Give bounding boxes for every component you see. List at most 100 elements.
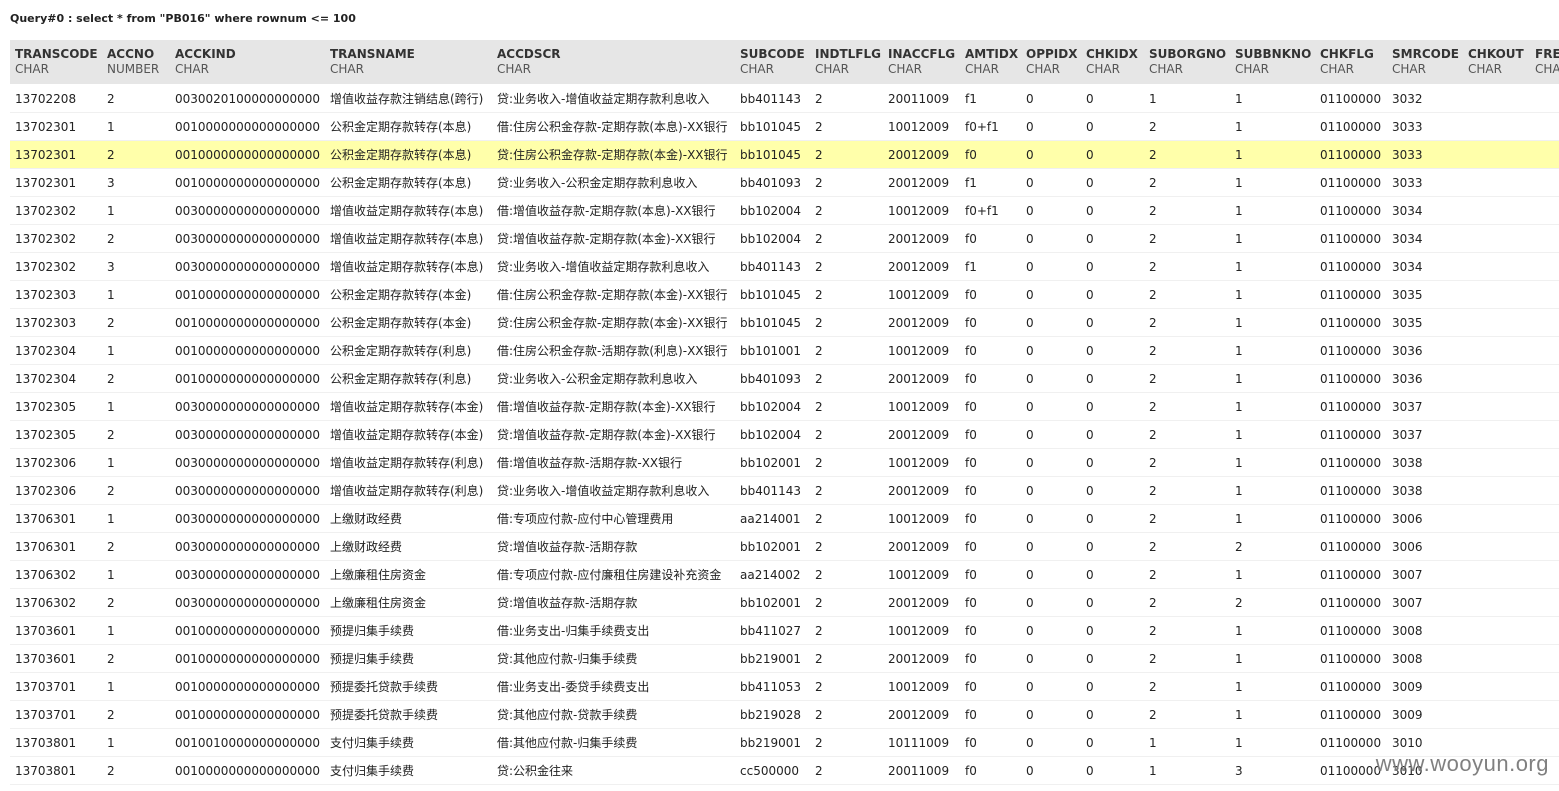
table-cell-amtidx[interactable]: f0	[960, 280, 1021, 309]
table-cell-subbnkno[interactable]: 1	[1230, 280, 1315, 309]
column-header-inaccflg[interactable]: INACCFLG CHAR	[883, 40, 960, 85]
table-cell-oppidx[interactable]: 0	[1021, 420, 1081, 449]
table-cell-fre[interactable]	[1530, 644, 1559, 673]
table-cell-fre[interactable]	[1530, 224, 1559, 253]
table-cell-suborgno[interactable]: 1	[1144, 756, 1230, 785]
table-cell-transname[interactable]: 增值收益定期存款转存(本息)	[325, 196, 492, 225]
table-cell-inaccflg[interactable]: 20012009	[883, 588, 960, 617]
table-cell-chkidx[interactable]: 0	[1081, 308, 1144, 337]
table-cell-chkout[interactable]	[1463, 336, 1530, 365]
table-cell-amtidx[interactable]: f0	[960, 756, 1021, 785]
table-cell-amtidx[interactable]: f0	[960, 140, 1021, 169]
table-cell-amtidx[interactable]: f0	[960, 308, 1021, 337]
table-cell-indtlflg[interactable]: 2	[810, 420, 883, 449]
table-cell-smrcode[interactable]: 3035	[1387, 308, 1463, 337]
table-cell-oppidx[interactable]: 0	[1021, 756, 1081, 785]
table-cell-chkidx[interactable]: 0	[1081, 448, 1144, 477]
table-cell-transname[interactable]: 公积金定期存款转存(利息)	[325, 364, 492, 393]
table-cell-transcode[interactable]: 13702303	[10, 280, 102, 309]
table-cell-accno[interactable]: 1	[102, 392, 170, 421]
table-cell-subcode[interactable]: bb219001	[735, 644, 810, 673]
table-cell-chkflg[interactable]: 01100000	[1315, 84, 1387, 113]
table-cell-indtlflg[interactable]: 2	[810, 672, 883, 701]
table-cell-accdscr[interactable]: 借:增值收益存款-定期存款(本息)-XX银行	[492, 196, 735, 225]
table-cell-subcode[interactable]: bb401143	[735, 84, 810, 113]
table-cell-chkidx[interactable]: 0	[1081, 84, 1144, 113]
table-cell-subbnkno[interactable]: 1	[1230, 252, 1315, 281]
table-cell-accno[interactable]: 2	[102, 308, 170, 337]
table-cell-smrcode[interactable]: 3008	[1387, 616, 1463, 645]
table-cell-fre[interactable]	[1530, 420, 1559, 449]
table-cell-amtidx[interactable]: f0	[960, 728, 1021, 757]
table-cell-accno[interactable]: 3	[102, 252, 170, 281]
table-cell-indtlflg[interactable]: 2	[810, 532, 883, 561]
table-cell-subcode[interactable]: bb219028	[735, 700, 810, 729]
table-cell-subbnkno[interactable]: 1	[1230, 364, 1315, 393]
table-cell-oppidx[interactable]: 0	[1021, 504, 1081, 533]
table-cell-accno[interactable]: 2	[102, 84, 170, 113]
table-cell-smrcode[interactable]: 3034	[1387, 252, 1463, 281]
table-cell-amtidx[interactable]: f0+f1	[960, 112, 1021, 141]
table-cell-subcode[interactable]: bb102004	[735, 392, 810, 421]
table-cell-chkidx[interactable]: 0	[1081, 672, 1144, 701]
table-cell-chkidx[interactable]: 0	[1081, 756, 1144, 785]
table-cell-oppidx[interactable]: 0	[1021, 476, 1081, 505]
table-cell-transcode[interactable]: 13703801	[10, 756, 102, 785]
table-cell-inaccflg[interactable]: 20012009	[883, 364, 960, 393]
table-cell-indtlflg[interactable]: 2	[810, 252, 883, 281]
table-cell-accdscr[interactable]: 借:增值收益存款-活期存款-XX银行	[492, 448, 735, 477]
table-cell-chkflg[interactable]: 01100000	[1315, 448, 1387, 477]
table-cell-transcode[interactable]: 13706301	[10, 504, 102, 533]
table-cell-indtlflg[interactable]: 2	[810, 84, 883, 113]
table-cell-indtlflg[interactable]: 2	[810, 112, 883, 141]
column-header-transname[interactable]: TRANSNAME CHAR	[325, 40, 492, 85]
table-cell-inaccflg[interactable]: 20012009	[883, 168, 960, 197]
table-cell-acckind[interactable]: 0030000000000000000	[170, 448, 325, 477]
table-row[interactable]: 13703801 2 0010000000000000000 支付归集手续费 贷:公积金…	[10, 756, 1559, 785]
column-header-transcode[interactable]: TRANSCODE CHAR	[10, 40, 102, 85]
table-cell-chkflg[interactable]: 01100000	[1315, 224, 1387, 253]
table-cell-suborgno[interactable]: 2	[1144, 616, 1230, 645]
table-cell-acckind[interactable]: 0010000000000000000	[170, 336, 325, 365]
table-cell-transname[interactable]: 公积金定期存款转存(本金)	[325, 280, 492, 309]
table-cell-accno[interactable]: 1	[102, 448, 170, 477]
table-cell-chkflg[interactable]: 01100000	[1315, 476, 1387, 505]
table-cell-indtlflg[interactable]: 2	[810, 504, 883, 533]
column-header-accno[interactable]: ACCNO NUMBER	[102, 40, 170, 85]
table-cell-accno[interactable]: 2	[102, 644, 170, 673]
table-cell-inaccflg[interactable]: 20012009	[883, 224, 960, 253]
table-row[interactable]: 13702301 3 0010000000000000000 公积金定期存款转存(本息…	[10, 168, 1559, 197]
table-cell-oppidx[interactable]: 0	[1021, 560, 1081, 589]
table-row[interactable]: 13702302 3 0030000000000000000 增值收益定期存款转存(本…	[10, 252, 1559, 281]
table-cell-smrcode[interactable]: 3006	[1387, 532, 1463, 561]
table-cell-accdscr[interactable]: 借:业务支出-委贷手续费支出	[492, 672, 735, 701]
table-cell-chkout[interactable]	[1463, 672, 1530, 701]
table-cell-smrcode[interactable]: 3033	[1387, 112, 1463, 141]
table-cell-accdscr[interactable]: 借:增值收益存款-定期存款(本金)-XX银行	[492, 392, 735, 421]
table-cell-oppidx[interactable]: 0	[1021, 448, 1081, 477]
table-cell-accno[interactable]: 1	[102, 504, 170, 533]
table-cell-chkout[interactable]	[1463, 364, 1530, 393]
column-header-accdscr[interactable]: ACCDSCR CHAR	[492, 40, 735, 85]
table-cell-transname[interactable]: 增值收益定期存款转存(利息)	[325, 476, 492, 505]
table-cell-transname[interactable]: 预提归集手续费	[325, 644, 492, 673]
table-cell-transname[interactable]: 预提委托贷款手续费	[325, 700, 492, 729]
table-cell-smrcode[interactable]: 3033	[1387, 168, 1463, 197]
table-cell-subbnkno[interactable]: 1	[1230, 336, 1315, 365]
column-header-subcode[interactable]: SUBCODE CHAR	[735, 40, 810, 85]
table-cell-accdscr[interactable]: 借:住房公积金存款-活期存款(利息)-XX银行	[492, 336, 735, 365]
table-cell-chkout[interactable]	[1463, 252, 1530, 281]
table-cell-chkout[interactable]	[1463, 168, 1530, 197]
table-cell-suborgno[interactable]: 2	[1144, 420, 1230, 449]
table-cell-chkidx[interactable]: 0	[1081, 532, 1144, 561]
table-cell-fre[interactable]	[1530, 140, 1559, 169]
table-cell-inaccflg[interactable]: 20012009	[883, 532, 960, 561]
table-row[interactable]: 13702304 2 0010000000000000000 公积金定期存款转存(利息…	[10, 364, 1559, 393]
table-cell-acckind[interactable]: 0030000000000000000	[170, 392, 325, 421]
table-cell-chkflg[interactable]: 01100000	[1315, 560, 1387, 589]
table-cell-chkidx[interactable]: 0	[1081, 644, 1144, 673]
table-cell-accno[interactable]: 2	[102, 476, 170, 505]
table-cell-subbnkno[interactable]: 1	[1230, 476, 1315, 505]
table-cell-amtidx[interactable]: f0	[960, 420, 1021, 449]
table-cell-chkidx[interactable]: 0	[1081, 252, 1144, 281]
